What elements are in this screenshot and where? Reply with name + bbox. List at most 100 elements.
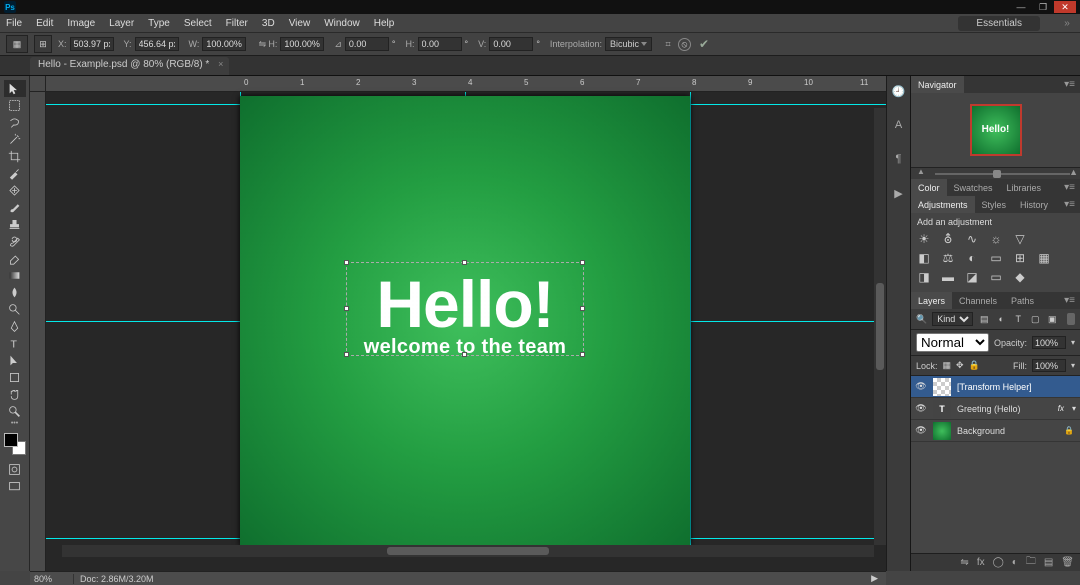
minimize-button[interactable]: —	[1010, 1, 1032, 13]
adj-threshold-icon[interactable]: ◪	[965, 270, 979, 284]
dodge-tool[interactable]	[4, 301, 26, 318]
doc-size-readout[interactable]: Doc: 2.86M/3.20M	[74, 574, 160, 584]
menu-type[interactable]: Type	[148, 18, 170, 29]
w-input[interactable]	[202, 37, 246, 51]
adj-selective-icon[interactable]: ◆	[1013, 270, 1027, 284]
styles-tab[interactable]: Styles	[975, 196, 1014, 213]
close-tab-icon[interactable]: ×	[218, 59, 223, 69]
layers-tab[interactable]: Layers	[911, 292, 952, 309]
layer-name[interactable]: Greeting (Hello)	[957, 404, 1021, 414]
transform-handle[interactable]	[580, 260, 585, 265]
paths-tab[interactable]: Paths	[1004, 292, 1041, 309]
filter-adjust-icon[interactable]: ◐	[995, 313, 1007, 325]
transform-handle[interactable]	[462, 260, 467, 265]
zoom-readout[interactable]: 80%	[30, 574, 74, 584]
menu-edit[interactable]: Edit	[36, 18, 53, 29]
layer-thumbnail[interactable]	[933, 422, 951, 440]
lock-position-icon[interactable]: ✥	[956, 360, 964, 371]
text-layer[interactable]: Hello! welcome to the team	[240, 274, 690, 358]
opacity-input[interactable]	[1032, 336, 1066, 349]
filter-pixel-icon[interactable]: ▤	[978, 313, 990, 325]
menu-3d[interactable]: 3D	[262, 18, 275, 29]
shape-tool[interactable]	[4, 369, 26, 386]
layer-row[interactable]: 👁 Background 🔒	[911, 420, 1080, 442]
character-panel-icon[interactable]: A	[890, 116, 908, 134]
eraser-tool[interactable]	[4, 250, 26, 267]
hand-tool[interactable]	[4, 386, 26, 403]
adj-hue-icon[interactable]: ◧	[917, 251, 931, 265]
zoom-in-icon[interactable]: ▲	[1069, 167, 1078, 177]
search-icon[interactable]: »	[1060, 16, 1074, 30]
restore-button[interactable]: ❐	[1032, 1, 1054, 13]
canvas-viewport[interactable]: Hello! welcome to the team	[46, 92, 886, 557]
delete-layer-icon[interactable]: 🗑	[1061, 557, 1074, 568]
cancel-transform-icon[interactable]: ⦸	[678, 38, 691, 51]
adj-invert-icon[interactable]: ◨	[917, 270, 931, 284]
color-tab[interactable]: Color	[911, 179, 947, 196]
horizontal-ruler[interactable]: 0 1 2 3 4 5 6 7 8 9 10 11	[46, 76, 886, 92]
adj-photo-filter-icon[interactable]: ▭	[989, 251, 1003, 265]
transform-handle[interactable]	[462, 352, 467, 357]
tool-preset-icon[interactable]: ▦	[6, 35, 28, 53]
history-brush-tool[interactable]	[4, 233, 26, 250]
group-icon[interactable]: 🗀	[1026, 554, 1036, 571]
opacity-chevron-icon[interactable]: ▾	[1071, 338, 1075, 347]
fill-input[interactable]	[1032, 359, 1066, 372]
status-play-icon[interactable]: ▶	[863, 573, 886, 584]
color-swatches[interactable]	[4, 433, 26, 455]
marquee-tool[interactable]	[4, 97, 26, 114]
foreground-swatch[interactable]	[4, 433, 18, 447]
adj-posterize-icon[interactable]: ▬	[941, 270, 955, 284]
lasso-tool[interactable]	[4, 114, 26, 131]
fill-chevron-icon[interactable]: ▾	[1071, 361, 1075, 370]
menu-filter[interactable]: Filter	[226, 18, 248, 29]
h-input[interactable]	[280, 37, 324, 51]
history-tab[interactable]: History	[1013, 196, 1055, 213]
layer-thumbnail[interactable]	[933, 378, 951, 396]
adj-curves-icon[interactable]: ∿	[965, 232, 979, 246]
blend-mode-select[interactable]: Normal	[916, 333, 989, 352]
menu-file[interactable]: File	[6, 18, 22, 29]
horizontal-scrollbar[interactable]	[62, 545, 874, 557]
skew-h-input[interactable]	[418, 37, 462, 51]
layer-name[interactable]: Background	[957, 426, 1005, 436]
layer-filter-select[interactable]: Kind	[932, 312, 973, 326]
panel-menu-icon[interactable]: ▾≡	[1059, 199, 1080, 210]
panel-menu-icon[interactable]: ▾≡	[1059, 182, 1080, 193]
menu-image[interactable]: Image	[67, 18, 95, 29]
menu-layer[interactable]: Layer	[109, 18, 134, 29]
layer-filter-icon[interactable]: 🔍	[916, 314, 927, 325]
transform-handle[interactable]	[580, 352, 585, 357]
crop-tool[interactable]	[4, 148, 26, 165]
layer-name[interactable]: [Transform Helper]	[957, 382, 1032, 392]
adj-brightness-icon[interactable]: ☀	[917, 232, 931, 246]
type-tool[interactable]: T	[4, 335, 26, 352]
layer-thumbnail[interactable]: T	[933, 400, 951, 418]
skew-v-input[interactable]	[489, 37, 533, 51]
guide-vertical[interactable]	[690, 92, 691, 557]
visibility-icon[interactable]: 👁	[915, 381, 927, 392]
filter-smart-icon[interactable]: ▣	[1046, 313, 1058, 325]
rotate-input[interactable]	[345, 37, 389, 51]
panel-menu-icon[interactable]: ▾≡	[1059, 79, 1080, 90]
stamp-tool[interactable]	[4, 216, 26, 233]
y-input[interactable]	[135, 37, 179, 51]
adj-vibrance-icon[interactable]: ▽	[1013, 232, 1027, 246]
filter-toggle[interactable]	[1067, 313, 1075, 325]
transform-handle[interactable]	[344, 352, 349, 357]
layer-row[interactable]: 👁 [Transform Helper]	[911, 376, 1080, 398]
adj-levels-icon[interactable]: ⛢	[941, 232, 955, 246]
brush-tool[interactable]	[4, 199, 26, 216]
actions-panel-icon[interactable]: ▶	[890, 184, 908, 202]
screenmode-icon[interactable]	[4, 478, 26, 495]
navigator-panel[interactable]: Hello!	[911, 93, 1080, 167]
healing-tool[interactable]	[4, 182, 26, 199]
pen-tool[interactable]	[4, 318, 26, 335]
adj-map-icon[interactable]: ▭	[989, 270, 1003, 284]
interp-select[interactable]: Bicubic	[605, 37, 652, 51]
commit-transform-icon[interactable]: ✔	[699, 37, 709, 51]
visibility-icon[interactable]: 👁	[915, 425, 927, 436]
menu-view[interactable]: View	[289, 18, 311, 29]
gradient-tool[interactable]	[4, 267, 26, 284]
libraries-tab[interactable]: Libraries	[1000, 179, 1049, 196]
